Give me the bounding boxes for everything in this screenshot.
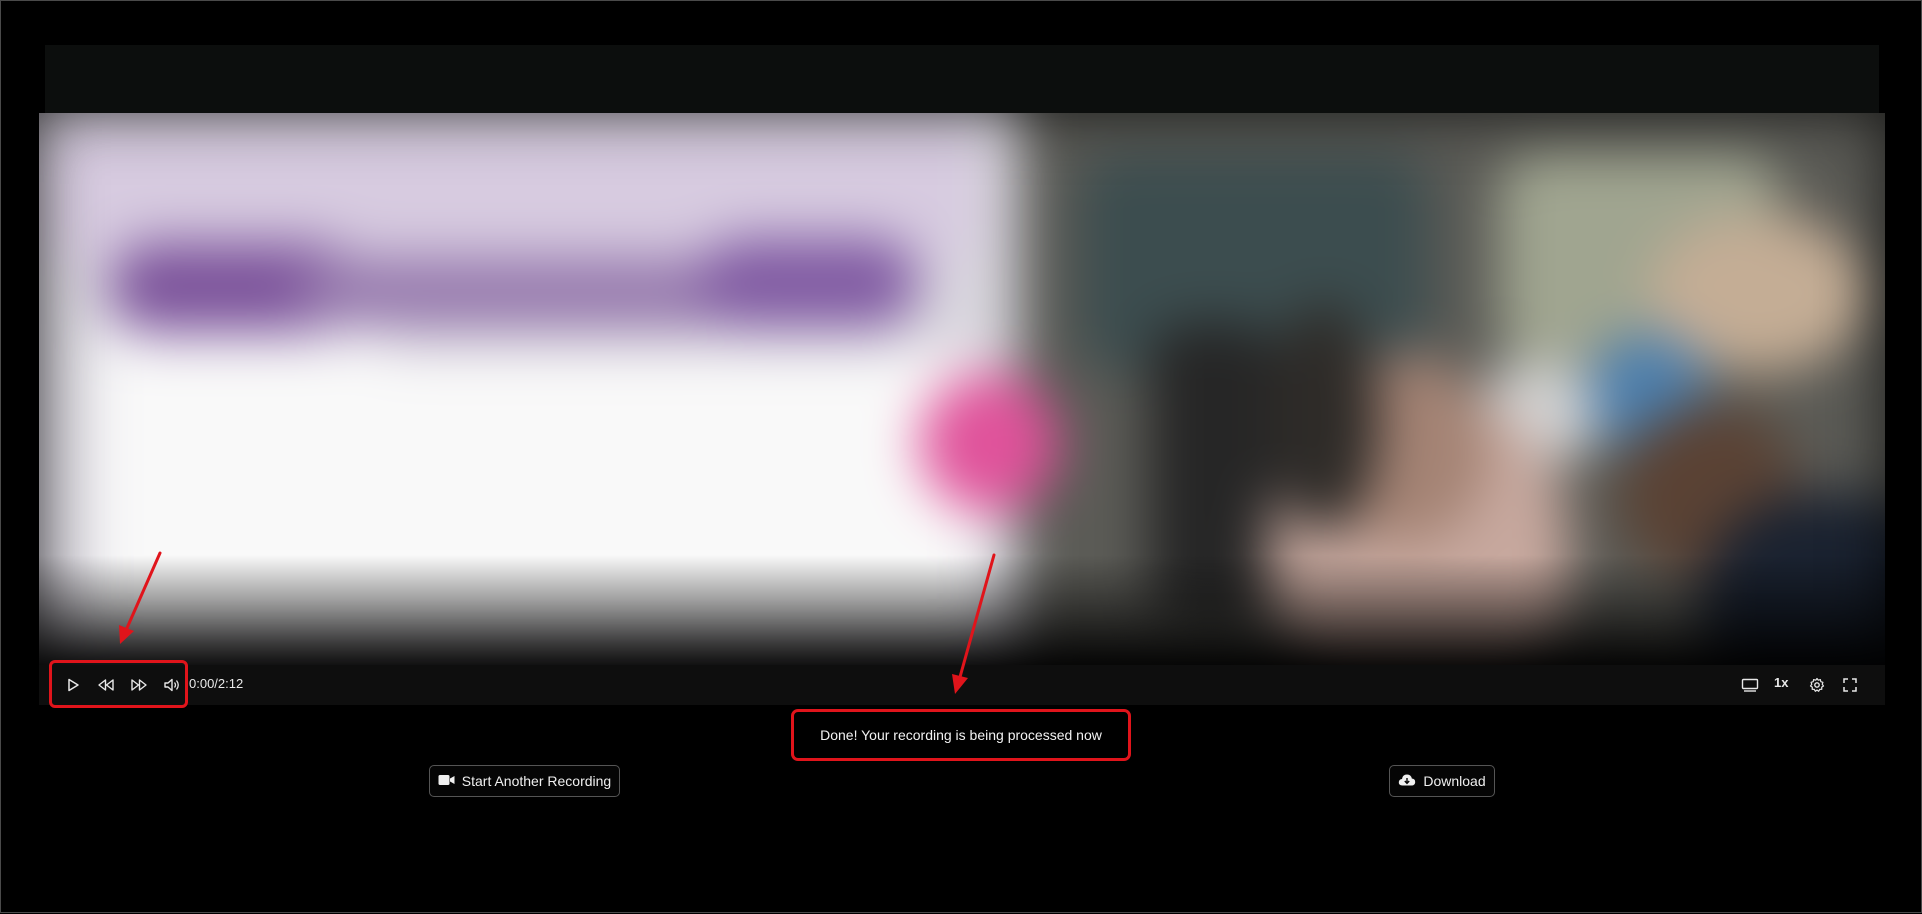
video-preview[interactable] (39, 113, 1885, 665)
fullscreen-icon (1842, 677, 1858, 693)
time-display: 0:00/2:12 (189, 676, 244, 691)
fullscreen-button[interactable] (1838, 673, 1862, 697)
gear-icon (1809, 677, 1825, 693)
annotation-highlight-box (49, 660, 188, 708)
player-control-bar: 0:00/2:12 1x (39, 665, 1885, 705)
download-label: Download (1423, 773, 1486, 789)
processing-status-message: Done! Your recording is being processed … (791, 709, 1131, 761)
captions-button[interactable] (1738, 673, 1762, 697)
settings-button[interactable] (1805, 673, 1829, 697)
playback-speed-button[interactable]: 1x (1774, 675, 1788, 690)
video-camera-icon (438, 773, 455, 789)
captions-icon (1741, 677, 1759, 693)
start-another-recording-button[interactable]: Start Another Recording (429, 765, 620, 797)
cloud-download-icon (1398, 773, 1416, 790)
start-another-recording-label: Start Another Recording (461, 773, 612, 789)
download-button[interactable]: Download (1389, 765, 1495, 797)
player-header-area (45, 45, 1879, 113)
app-frame: 0:00/2:12 1x Done! Your recording is bei… (0, 0, 1922, 913)
